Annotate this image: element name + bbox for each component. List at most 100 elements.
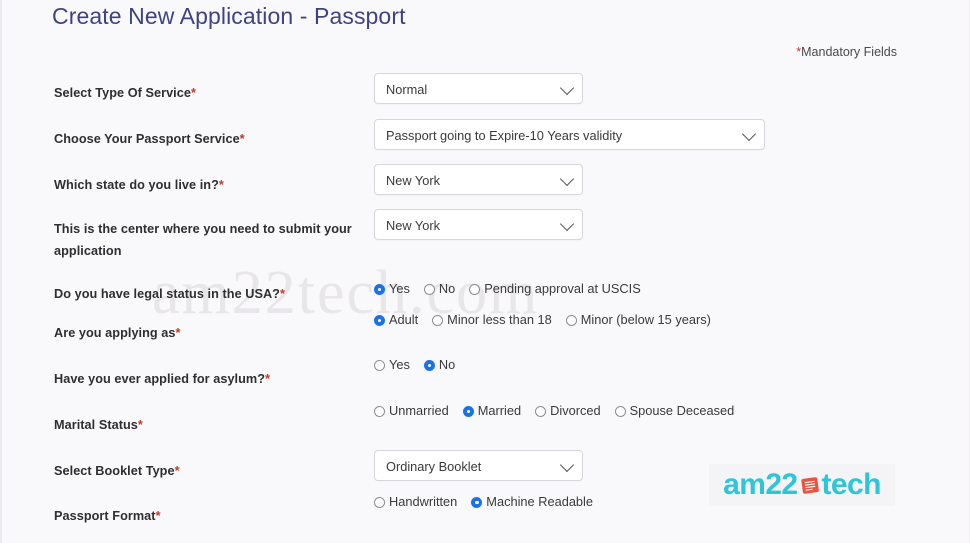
field-label-text: Select Type Of Service — [54, 86, 191, 100]
application-form-page: am22tech.com Create New Application - Pa… — [0, 0, 970, 543]
radio-button-selected[interactable] — [423, 359, 435, 371]
required-asterisk-icon: * — [280, 287, 285, 301]
radio-option-machine-readable[interactable]: Machine Readable — [471, 494, 594, 509]
select-select-type-of-service[interactable]: Normal — [374, 73, 583, 104]
select-value: Normal — [386, 82, 428, 97]
clipboard-icon — [799, 474, 821, 496]
field-label-passport-format: Passport Format* — [54, 505, 364, 527]
required-asterisk-icon: * — [265, 372, 271, 386]
select-this-is-the-center-where-you-need-to-submit-your-application[interactable]: New York — [374, 209, 583, 240]
field-label-have-you-ever-applied-for-asylum: Have you ever applied for asylum?* — [54, 368, 364, 390]
field-control-do-you-have-legal-status-in-the-usa: Yes No Pending approval at USCIS — [374, 281, 655, 296]
form-fields-container: Select Type Of Service* Normal Choose Your… — [2, 0, 969, 543]
field-control-passport-format: Handwritten Machine Readable — [374, 494, 607, 509]
chevron-down-icon[interactable] — [741, 126, 757, 141]
field-control-which-state-do-you-live-in: New York — [374, 164, 583, 195]
radio-option-married[interactable]: Married — [462, 403, 522, 418]
radio-button[interactable] — [565, 314, 577, 326]
logo-text-left: am22 — [723, 468, 798, 501]
radio-option-unmarried[interactable]: Unmarried — [374, 403, 449, 418]
radio-option-no[interactable]: No — [423, 357, 456, 372]
radio-option-spouse-deceased[interactable]: Spouse Deceased — [614, 403, 735, 418]
radio-group-are-you-applying-as: Adult Minor less than 18 Minor (below 15 y… — [374, 312, 725, 327]
radio-option-label: Minor less than 18 — [447, 312, 552, 327]
radio-button[interactable] — [374, 496, 385, 508]
field-label-do-you-have-legal-status-in-the-usa: Do you have legal status in the USA?* — [54, 283, 364, 305]
required-asterisk-icon: * — [190, 86, 196, 100]
radio-button[interactable] — [432, 314, 444, 326]
select-select-booklet-type[interactable]: Ordinary Booklet — [374, 450, 583, 481]
required-asterisk-icon: * — [174, 464, 180, 478]
select-value: Passport going to Expire-10 Years validi… — [386, 128, 623, 143]
chevron-down-icon[interactable] — [559, 457, 575, 472]
radio-option-label: Pending approval at USCIS — [484, 281, 641, 296]
chevron-down-icon[interactable] — [559, 171, 575, 186]
radio-option-no[interactable]: No — [423, 281, 456, 296]
radio-button[interactable] — [423, 283, 435, 295]
chevron-down-icon[interactable] — [559, 80, 575, 95]
radio-option-yes[interactable]: Yes — [374, 358, 410, 372]
radio-group-marital-status: Unmarried Married Divorced Spouse Deceased — [374, 403, 748, 418]
field-label-text: Are you applying as — [54, 326, 176, 340]
select-value: New York — [386, 173, 441, 188]
radio-option-label: Unmarried — [389, 403, 449, 418]
chevron-down-icon[interactable] — [559, 216, 575, 231]
radio-option-label: Yes — [389, 281, 410, 296]
field-label-are-you-applying-as: Are you applying as* — [54, 322, 364, 344]
radio-button-selected[interactable] — [471, 496, 483, 508]
required-asterisk-icon: * — [175, 326, 181, 340]
field-label-text: This is the center where you need to sub… — [54, 222, 352, 259]
radio-option-label: Minor (below 15 years) — [580, 312, 711, 327]
field-label-text: Choose Your Passport Service — [54, 132, 240, 146]
radio-button-selected[interactable] — [462, 405, 474, 417]
field-control-choose-your-passport-service: Passport going to Expire-10 Years validi… — [374, 119, 765, 150]
field-control-are-you-applying-as: Adult Minor less than 18 Minor (below 15 y… — [374, 312, 725, 327]
radio-button[interactable] — [374, 359, 385, 371]
radio-option-label: No — [438, 357, 456, 372]
radio-group-do-you-have-legal-status-in-the-usa: Yes No Pending approval at USCIS — [374, 281, 655, 296]
select-value: New York — [386, 218, 441, 233]
field-control-have-you-ever-applied-for-asylum: Yes No — [374, 357, 469, 372]
radio-option-pending-approval-at-uscis[interactable]: Pending approval at USCIS — [469, 281, 641, 296]
radio-button[interactable] — [614, 405, 626, 417]
radio-group-passport-format: Handwritten Machine Readable — [374, 494, 607, 509]
field-label-text: Have you ever applied for asylum? — [54, 372, 266, 386]
radio-option-divorced[interactable]: Divorced — [535, 403, 601, 418]
radio-option-label: Machine Readable — [486, 494, 594, 509]
radio-group-have-you-ever-applied-for-asylum: Yes No — [374, 357, 469, 372]
radio-option-minor-below-15-years[interactable]: Minor (below 15 years) — [565, 312, 711, 327]
field-label-text: Select Booklet Type — [54, 464, 175, 478]
required-asterisk-icon: * — [239, 132, 245, 146]
field-label-which-state-do-you-live-in: Which state do you live in?* — [54, 174, 364, 196]
required-asterisk-icon: * — [137, 418, 143, 432]
radio-button-selected[interactable] — [374, 314, 385, 326]
field-label-text: Which state do you live in? — [54, 178, 219, 192]
radio-option-yes[interactable]: Yes — [374, 281, 410, 296]
field-label-text: Do you have legal status in the USA? — [54, 287, 280, 301]
select-which-state-do-you-live-in[interactable]: New York — [374, 164, 583, 195]
radio-option-label: Married — [477, 403, 522, 418]
field-label-select-booklet-type: Select Booklet Type* — [54, 460, 364, 482]
required-asterisk-icon: * — [218, 178, 224, 192]
radio-button[interactable] — [374, 405, 385, 417]
radio-option-adult[interactable]: Adult — [374, 312, 419, 327]
radio-option-minor-less-than-18[interactable]: Minor less than 18 — [432, 312, 552, 327]
radio-button-selected[interactable] — [374, 283, 385, 295]
select-value: Ordinary Booklet — [386, 459, 482, 474]
field-control-this-is-the-center-where-you-need-to-submit-your-application: New York — [374, 209, 583, 240]
field-label-choose-your-passport-service: Choose Your Passport Service* — [54, 128, 364, 150]
radio-option-handwritten[interactable]: Handwritten — [374, 494, 458, 509]
field-control-select-booklet-type: Ordinary Booklet — [374, 450, 583, 481]
select-choose-your-passport-service[interactable]: Passport going to Expire-10 Years validi… — [374, 119, 765, 150]
radio-option-label: No — [438, 281, 456, 296]
field-label-marital-status: Marital Status* — [54, 414, 364, 436]
field-control-marital-status: Unmarried Married Divorced Spouse Deceased — [374, 403, 748, 418]
required-asterisk-icon: * — [155, 509, 161, 523]
radio-button[interactable] — [535, 405, 547, 417]
radio-button[interactable] — [469, 283, 481, 295]
radio-option-label: Spouse Deceased — [629, 403, 735, 418]
radio-option-label: Divorced — [550, 403, 601, 418]
am22tech-logo: am22 tech — [709, 464, 895, 506]
radio-option-label: Adult — [389, 312, 419, 327]
radio-option-label: Handwritten — [389, 494, 458, 509]
